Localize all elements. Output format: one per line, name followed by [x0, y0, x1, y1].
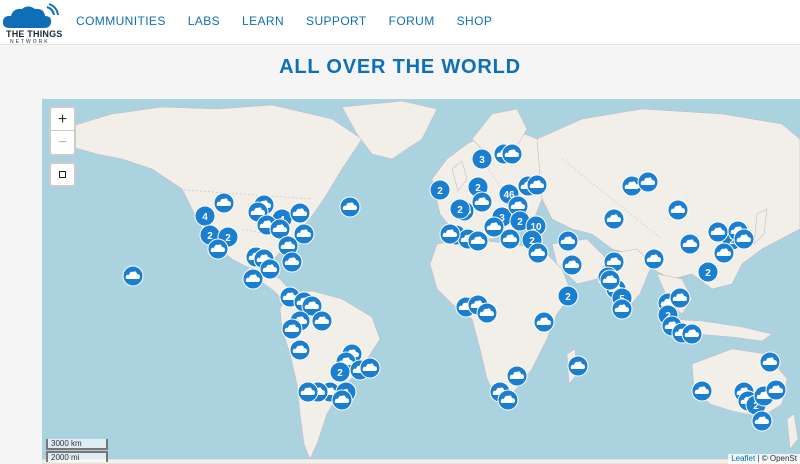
zoom-out-button[interactable]: − [51, 131, 74, 154]
zoom-in-button[interactable]: + [51, 108, 74, 131]
fullscreen-button[interactable] [49, 162, 76, 187]
node-marker[interactable] [213, 192, 235, 214]
nav-forum[interactable]: FORUM [389, 14, 435, 28]
node-marker[interactable] [713, 242, 735, 264]
attribution-text: | © OpenSt [755, 454, 797, 463]
node-marker[interactable] [467, 230, 489, 252]
cluster-marker[interactable]: 2 [329, 361, 351, 383]
world-map[interactable]: 42243222346210252222222 [42, 99, 800, 464]
map-attribution: Leaflet | © OpenSt [728, 454, 800, 464]
cluster-count: 3 [479, 155, 485, 166]
top-navigation-bar: THE THINGS NETWORK COMMUNITIES LABS LEAR… [0, 0, 800, 45]
nav-labs[interactable]: LABS [188, 14, 220, 28]
node-marker[interactable] [611, 298, 633, 320]
nav-communities[interactable]: COMMUNITIES [76, 14, 166, 28]
node-marker[interactable] [751, 410, 773, 432]
node-marker[interactable] [331, 389, 353, 411]
cluster-marker[interactable]: 3 [471, 148, 493, 170]
node-marker[interactable] [471, 191, 493, 213]
brand-subtitle: NETWORK [10, 39, 50, 45]
node-marker[interactable] [765, 379, 787, 401]
node-marker[interactable] [643, 248, 665, 270]
cluster-marker[interactable]: 2 [697, 261, 719, 283]
node-marker[interactable] [311, 310, 333, 332]
main-nav: COMMUNITIES LABS LEARN SUPPORT FORUM SHO… [76, 14, 514, 28]
node-marker[interactable] [506, 365, 528, 387]
node-marker[interactable] [691, 380, 713, 402]
node-marker[interactable] [359, 357, 381, 379]
node-marker[interactable] [281, 251, 303, 273]
node-marker[interactable] [561, 254, 583, 276]
cluster-marker[interactable]: 4 [194, 205, 216, 227]
cluster-count: 2 [705, 268, 711, 279]
node-marker[interactable] [707, 221, 729, 243]
nav-shop[interactable]: SHOP [457, 14, 493, 28]
section-heading: ALL OVER THE WORLD [279, 56, 521, 78]
node-marker[interactable] [339, 196, 361, 218]
node-marker[interactable] [759, 351, 781, 373]
scale-mi: 2000 mi [46, 451, 108, 462]
node-marker[interactable] [439, 223, 461, 245]
node-marker[interactable] [669, 287, 691, 309]
fullscreen-icon [59, 171, 66, 178]
node-marker[interactable] [289, 202, 311, 224]
node-marker[interactable] [679, 233, 701, 255]
cluster-marker[interactable]: 2 [449, 198, 471, 220]
cluster-count: 2 [457, 205, 463, 216]
node-marker[interactable] [501, 143, 523, 165]
node-marker[interactable] [667, 199, 689, 221]
brand-logo[interactable]: THE THINGS NETWORK [0, 2, 64, 45]
node-marker[interactable] [533, 311, 555, 333]
node-marker[interactable] [557, 230, 579, 252]
node-marker[interactable] [526, 174, 548, 196]
cluster-count: 2 [337, 368, 343, 379]
node-marker[interactable] [603, 208, 625, 230]
cluster-count: 2 [437, 186, 443, 197]
node-marker[interactable] [733, 228, 755, 250]
node-marker[interactable] [281, 318, 303, 340]
node-marker[interactable] [242, 268, 264, 290]
node-marker[interactable] [599, 269, 621, 291]
node-marker[interactable] [681, 323, 703, 345]
cloud-logo-icon [2, 3, 59, 28]
node-marker[interactable] [499, 228, 521, 250]
node-marker[interactable] [289, 339, 311, 361]
cluster-marker[interactable]: 2 [557, 285, 579, 307]
node-marker[interactable] [207, 238, 229, 260]
node-marker[interactable] [297, 381, 319, 403]
cluster-marker[interactable]: 2 [429, 179, 451, 201]
nav-learn[interactable]: LEARN [242, 14, 284, 28]
brand-name: THE THINGS [6, 29, 63, 39]
cluster-count: 2 [565, 292, 571, 303]
cluster-count: 2 [517, 217, 523, 228]
leaflet-link[interactable]: Leaflet [731, 454, 755, 463]
node-marker[interactable] [567, 355, 589, 377]
scale-km: 3000 km [46, 439, 108, 450]
zoom-control: + − [49, 106, 76, 156]
cluster-count: 4 [202, 212, 208, 223]
node-marker[interactable] [476, 302, 498, 324]
node-marker[interactable] [527, 242, 549, 264]
marker-layer: 42243222346210252222222 [122, 143, 787, 432]
nav-support[interactable]: SUPPORT [306, 14, 367, 28]
node-marker[interactable] [637, 171, 659, 193]
node-marker[interactable] [497, 389, 519, 411]
node-marker[interactable] [122, 265, 144, 287]
